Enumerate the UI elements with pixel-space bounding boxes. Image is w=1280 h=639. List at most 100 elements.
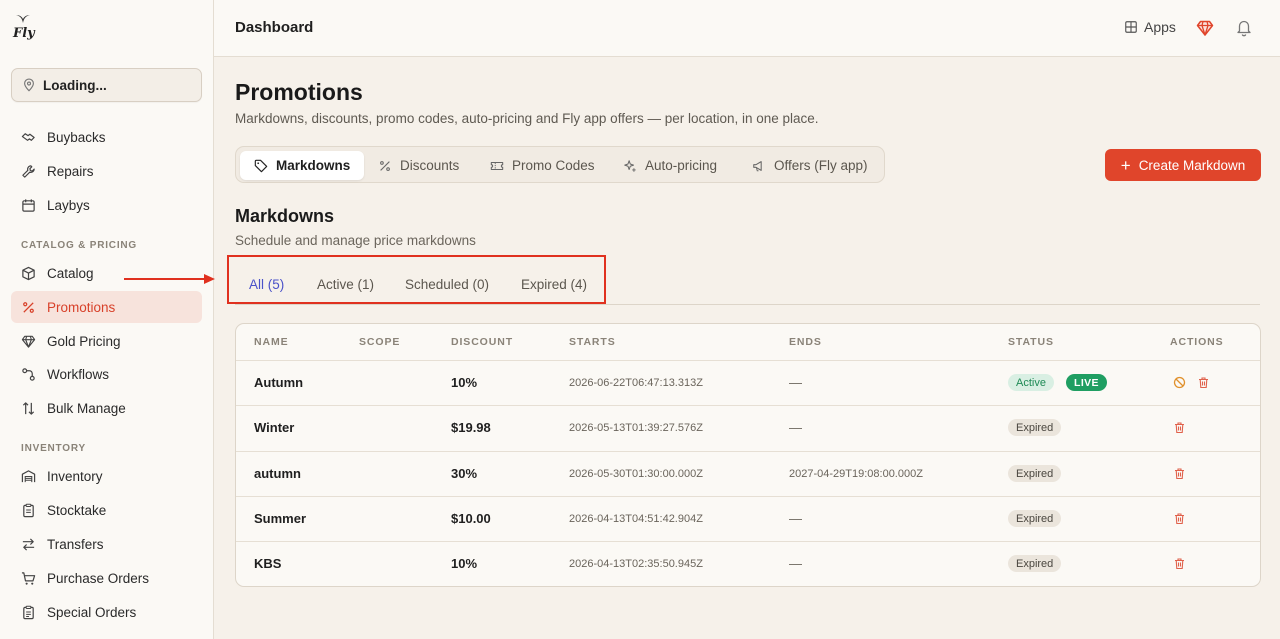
sidebar-item-bulk-manage[interactable]: Bulk Manage <box>11 392 202 424</box>
sidebar-item-transfers[interactable]: Transfers <box>11 528 202 560</box>
create-markdown-label: Create Markdown <box>1138 157 1246 173</box>
sidebar-item-laybys[interactable]: Laybys <box>11 189 202 221</box>
row-name: KBS <box>254 556 282 571</box>
sidebar-item-inventory[interactable]: Inventory <box>11 460 202 492</box>
map-pin-icon <box>24 78 34 92</box>
diamond-icon <box>21 335 36 348</box>
table-row[interactable]: Summer $10.00 2026-04-13T04:51:42.904Z —… <box>236 496 1260 541</box>
tab-promo-codes[interactable]: Promo Codes <box>476 151 609 180</box>
gem-icon[interactable] <box>1196 19 1214 37</box>
fly-logo[interactable]: Fly <box>13 14 35 42</box>
annotation-arrow-icon <box>124 274 215 284</box>
markdowns-table: NAME SCOPE DISCOUNT STARTS ENDS STATUS A… <box>235 323 1261 587</box>
live-badge: LIVE <box>1066 374 1107 391</box>
tab-auto-pricing[interactable]: Auto-pricing <box>609 151 731 180</box>
bell-icon[interactable] <box>1235 18 1253 37</box>
plus-icon: + <box>1120 155 1131 175</box>
column-header-scope[interactable]: SCOPE <box>359 336 400 348</box>
tab-label: Auto-pricing <box>645 158 718 173</box>
subtab-expired[interactable]: Expired (4) <box>521 277 587 292</box>
sidebar-item-label: Buybacks <box>47 129 106 145</box>
sort-arrows-icon <box>22 401 35 415</box>
apps-button[interactable]: Apps <box>1124 19 1176 35</box>
handshake-icon <box>21 132 35 141</box>
column-header-ends[interactable]: ENDS <box>789 336 822 348</box>
logo-text: Fly <box>13 26 35 41</box>
location-value: Loading... <box>43 77 107 93</box>
tab-offers[interactable]: Offers (Fly app) <box>738 151 882 180</box>
tab-markdowns[interactable]: Markdowns <box>240 151 365 180</box>
table-row[interactable]: Winter $19.98 2026-05-13T01:39:27.576Z —… <box>236 405 1260 450</box>
subtab-scheduled[interactable]: Scheduled (0) <box>405 277 489 292</box>
calendar-icon <box>22 198 35 212</box>
sidebar-item-repairs[interactable]: Repairs <box>11 155 202 187</box>
cart-icon <box>21 571 36 585</box>
grid-icon <box>1125 21 1137 33</box>
status-badge: Expired <box>1008 555 1062 572</box>
promotion-tabs: Markdowns Discounts Promo Codes Auto-pri… <box>235 146 885 183</box>
sidebar-item-label: Transfers <box>47 536 104 552</box>
subtab-active[interactable]: Active (1) <box>317 277 374 292</box>
sidebar-item-label: Bulk Manage <box>47 400 126 416</box>
status-badge: Expired <box>1008 465 1062 482</box>
percent-icon <box>380 160 390 171</box>
row-name: Winter <box>254 420 295 435</box>
trash-icon[interactable] <box>1197 376 1210 389</box>
tab-label: Offers (Fly app) <box>774 158 868 173</box>
tag-icon <box>254 159 268 172</box>
location-selector[interactable]: Loading... <box>11 68 202 102</box>
trash-icon[interactable] <box>1173 421 1186 434</box>
page-title: Promotions <box>235 79 363 105</box>
row-name: autumn <box>254 466 301 481</box>
create-markdown-button[interactable]: + Create Markdown <box>1105 149 1261 181</box>
status-badge: Expired <box>1008 419 1062 436</box>
sidebar-item-label: Special Orders <box>47 604 137 620</box>
column-header-actions: ACTIONS <box>1170 336 1224 348</box>
section-heading-inventory: INVENTORY <box>21 443 86 454</box>
trash-icon[interactable] <box>1173 557 1186 570</box>
row-ends: — <box>789 556 802 571</box>
row-starts: 2026-06-22T06:47:13.313Z <box>569 377 703 389</box>
sidebar: Fly Loading... Buybacks Repairs Laybys C… <box>0 0 214 639</box>
row-starts: 2026-04-13T02:35:50.945Z <box>569 558 703 570</box>
sidebar-item-label: Laybys <box>47 197 90 213</box>
deactivate-icon[interactable] <box>1173 376 1186 389</box>
sidebar-item-workflows[interactable]: Workflows <box>11 358 202 390</box>
row-name: Summer <box>254 511 307 526</box>
warehouse-icon <box>21 469 36 482</box>
sparkles-icon <box>624 159 636 172</box>
status-badge: Active <box>1008 374 1054 391</box>
row-ends: — <box>789 420 802 435</box>
sidebar-item-gold-pricing[interactable]: Gold Pricing <box>11 325 202 357</box>
column-header-name[interactable]: NAME <box>254 336 289 348</box>
box-icon <box>22 266 35 280</box>
trash-icon[interactable] <box>1173 467 1186 480</box>
sidebar-item-buybacks[interactable]: Buybacks <box>11 121 202 153</box>
row-discount: 30% <box>451 466 478 481</box>
top-header: Dashboard Apps <box>214 0 1280 57</box>
sidebar-item-special-orders[interactable]: Special Orders <box>11 596 202 628</box>
sidebar-item-label: Promotions <box>47 299 116 315</box>
column-header-status[interactable]: STATUS <box>1008 336 1054 348</box>
row-discount: $19.98 <box>451 420 491 435</box>
row-ends: — <box>789 511 802 526</box>
sidebar-item-stocktake[interactable]: Stocktake <box>11 494 202 526</box>
table-row[interactable]: Autumn 10% 2026-06-22T06:47:13.313Z — Ac… <box>236 360 1260 405</box>
tab-label: Markdowns <box>276 158 351 173</box>
table-row[interactable]: KBS 10% 2026-04-13T02:35:50.945Z — Expir… <box>236 541 1260 586</box>
sidebar-item-promotions[interactable]: Promotions <box>11 291 202 323</box>
column-header-discount[interactable]: DISCOUNT <box>451 336 513 348</box>
trash-icon[interactable] <box>1173 512 1186 525</box>
sidebar-item-purchase-orders[interactable]: Purchase Orders <box>11 562 202 594</box>
subtabs-divider <box>235 304 1260 305</box>
header-title: Dashboard <box>235 19 314 36</box>
page-subtitle: Markdowns, discounts, promo codes, auto-… <box>235 111 819 126</box>
transfer-arrows-icon <box>22 537 35 551</box>
sidebar-item-label: Inventory <box>47 468 103 484</box>
subtab-all[interactable]: All (5) <box>249 277 284 292</box>
column-header-starts[interactable]: STARTS <box>569 336 616 348</box>
table-row[interactable]: autumn 30% 2026-05-30T01:30:00.000Z 2027… <box>236 451 1260 496</box>
tab-discounts[interactable]: Discounts <box>364 151 473 180</box>
ticket-icon <box>490 161 504 170</box>
row-name: Autumn <box>254 375 304 390</box>
